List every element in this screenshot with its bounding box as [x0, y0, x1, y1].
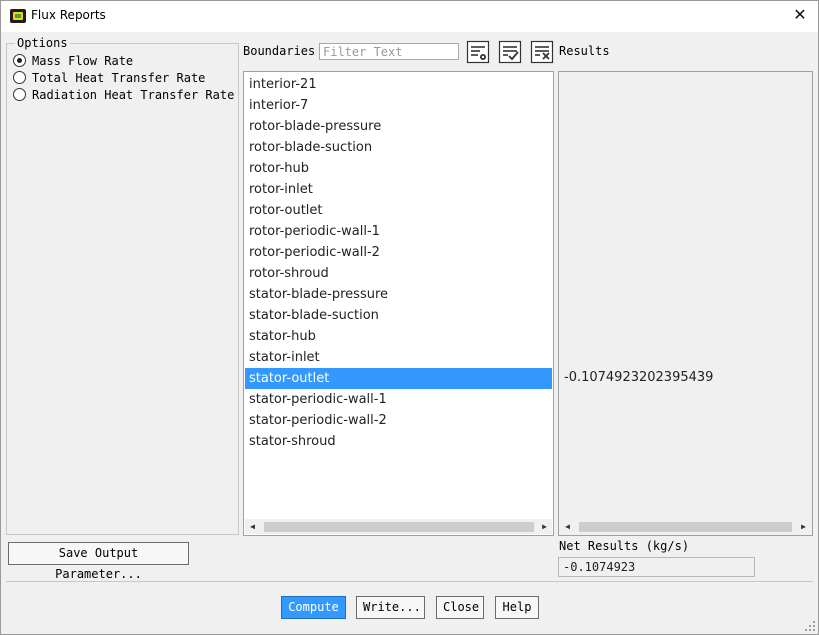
- list-item[interactable]: stator-periodic-wall-2: [245, 410, 552, 431]
- scroll-left-icon[interactable]: ◀: [560, 519, 575, 534]
- list-item[interactable]: stator-periodic-wall-1: [245, 389, 552, 410]
- list-item[interactable]: rotor-periodic-wall-1: [245, 221, 552, 242]
- options-group: [6, 43, 239, 535]
- radio-mass-flow-rate[interactable]: Mass Flow Rate: [13, 53, 133, 68]
- close-button[interactable]: Close: [436, 596, 484, 619]
- scroll-left-icon[interactable]: ◀: [245, 519, 260, 534]
- window-title: Flux Reports: [31, 8, 106, 22]
- list-item[interactable]: stator-blade-pressure: [245, 284, 552, 305]
- write-button[interactable]: Write...: [356, 596, 425, 619]
- compute-button[interactable]: Compute: [281, 596, 346, 619]
- separator: [6, 581, 813, 582]
- scroll-thumb[interactable]: [579, 522, 792, 532]
- radio-total-heat-transfer-rate[interactable]: Total Heat Transfer Rate: [13, 70, 205, 85]
- results-panel: -0.1074923202395439 ◀ ▶: [558, 71, 813, 536]
- options-legend: Options: [15, 36, 70, 50]
- deselect-all-icon: [530, 40, 554, 64]
- results-hscrollbar[interactable]: ◀ ▶: [560, 519, 811, 534]
- radio-label: Mass Flow Rate: [32, 53, 134, 68]
- help-button[interactable]: Help: [495, 596, 539, 619]
- save-output-parameter-button[interactable]: Save Output Parameter...: [8, 542, 189, 581]
- radio-button-icon[interactable]: [13, 54, 26, 67]
- net-results-field: -0.1074923: [558, 557, 755, 577]
- close-icon[interactable]: ✕: [790, 5, 810, 25]
- flux-reports-dialog: Flux Reports ✕ Options Mass Flow Rate To…: [0, 0, 819, 635]
- results-label: Results: [559, 44, 610, 58]
- list-options-button[interactable]: [466, 40, 490, 64]
- list-item[interactable]: rotor-inlet: [245, 179, 552, 200]
- list-item[interactable]: rotor-hub: [245, 158, 552, 179]
- radio-button-icon[interactable]: [13, 71, 26, 84]
- radio-label: Total Heat Transfer Rate: [32, 70, 206, 85]
- boundaries-label: Boundaries: [243, 44, 316, 58]
- radio-label: Radiation Heat Transfer Rate: [32, 87, 235, 102]
- deselect-all-button[interactable]: [530, 40, 554, 64]
- list-item[interactable]: rotor-periodic-wall-2: [245, 242, 552, 263]
- list-item[interactable]: interior-7: [245, 95, 552, 116]
- title-bar: Flux Reports ✕: [1, 1, 818, 32]
- fluent-app-icon: [10, 9, 26, 23]
- radio-button-icon[interactable]: [13, 88, 26, 101]
- scroll-right-icon[interactable]: ▶: [796, 519, 811, 534]
- filter-text-input[interactable]: [319, 43, 459, 60]
- list-item[interactable]: rotor-blade-pressure: [245, 116, 552, 137]
- boundaries-hscrollbar[interactable]: ◀ ▶: [245, 519, 552, 534]
- resize-grip-icon[interactable]: [804, 620, 816, 632]
- net-results-label: Net Results (kg/s): [559, 539, 690, 553]
- list-item[interactable]: stator-shroud: [245, 431, 552, 452]
- list-settings-icon: [466, 40, 490, 64]
- list-item[interactable]: stator-hub: [245, 326, 552, 347]
- boundaries-list[interactable]: interior-21 interior-7 rotor-blade-press…: [243, 71, 554, 536]
- list-item[interactable]: interior-21: [245, 74, 552, 95]
- list-item[interactable]: stator-outlet: [245, 368, 552, 389]
- scroll-right-icon[interactable]: ▶: [537, 519, 552, 534]
- list-item[interactable]: rotor-shroud: [245, 263, 552, 284]
- select-all-icon: [498, 40, 522, 64]
- radio-radiation-heat-transfer-rate[interactable]: Radiation Heat Transfer Rate: [13, 87, 234, 102]
- select-all-button[interactable]: [498, 40, 522, 64]
- list-item[interactable]: stator-inlet: [245, 347, 552, 368]
- list-item[interactable]: rotor-outlet: [245, 200, 552, 221]
- list-item[interactable]: stator-blade-suction: [245, 305, 552, 326]
- scroll-thumb[interactable]: [264, 522, 534, 532]
- list-item[interactable]: rotor-blade-suction: [245, 137, 552, 158]
- result-value: -0.1074923202395439: [564, 370, 714, 385]
